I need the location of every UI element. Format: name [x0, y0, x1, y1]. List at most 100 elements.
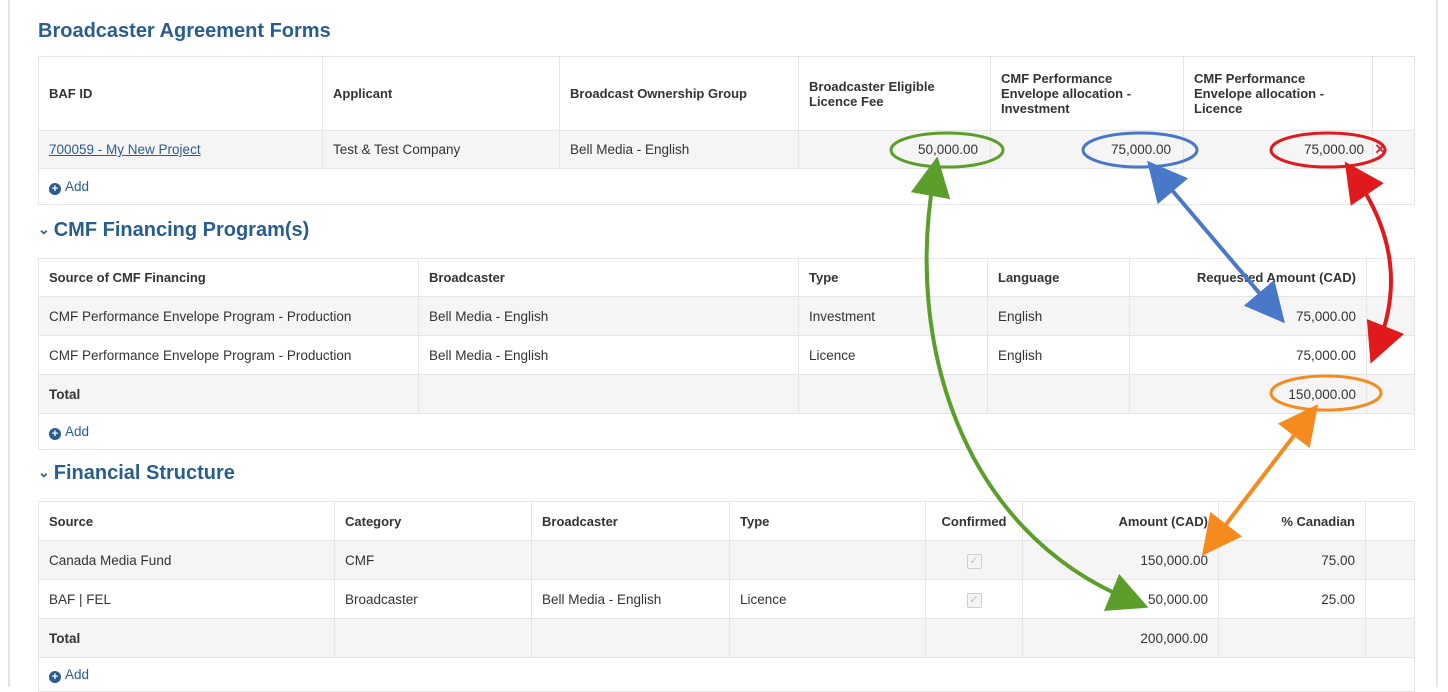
col-category: Category: [334, 501, 532, 541]
table-row: Canada Media Fund CMF ✓ 150,000.00 75.00: [38, 540, 1415, 580]
col-pe-investment: CMF Performance Envelope allocation - In…: [990, 56, 1184, 131]
col-confirmed: Confirmed: [925, 501, 1023, 541]
total-row: Total 150,000.00: [38, 374, 1415, 414]
fs-header-row: Source Category Broadcaster Type Confirm…: [38, 501, 1415, 541]
table-row: CMF Performance Envelope Program - Produ…: [38, 296, 1415, 336]
amount-cell: 75,000.00: [1129, 296, 1367, 336]
baf-add-row: + Add: [38, 168, 1415, 205]
investment-cell: 75,000.00: [990, 130, 1184, 169]
col-baf-id: BAF ID: [38, 56, 323, 131]
baf-title-text: Broadcaster Agreement Forms: [38, 20, 331, 42]
total-label: Total: [38, 374, 419, 414]
close-icon[interactable]: ×: [1375, 139, 1386, 159]
add-label: Add: [65, 423, 90, 439]
empty-cell: [729, 618, 926, 658]
language-cell: English: [987, 296, 1130, 336]
broadcaster-cell: [531, 540, 730, 580]
add-label: Add: [65, 666, 90, 682]
plus-circle-icon: +: [49, 427, 61, 440]
plus-circle-icon: +: [49, 670, 61, 683]
group-cell: Bell Media - English: [559, 130, 799, 169]
baf-section-title: Broadcaster Agreement Forms: [38, 20, 331, 43]
empty-cell: [798, 374, 988, 414]
col-applicant: Applicant: [322, 56, 560, 131]
empty-cell: [334, 618, 532, 658]
page-scrollbar-track: [1436, 0, 1438, 687]
empty-cell: [531, 618, 730, 658]
empty-cell: [1365, 540, 1415, 580]
col-type: Type: [729, 501, 926, 541]
col-pe-licence: CMF Performance Envelope allocation - Li…: [1183, 56, 1373, 131]
table-row: BAF | FEL Broadcaster Bell Media - Engli…: [38, 579, 1415, 619]
cmf-title-text: CMF Financing Program(s): [53, 219, 310, 241]
empty-cell: [418, 374, 799, 414]
language-cell: English: [987, 335, 1130, 375]
page-left-border: [8, 0, 10, 687]
delete-cell: ×: [1372, 130, 1415, 169]
col-empty: [1366, 258, 1415, 297]
confirmed-checkbox[interactable]: ✓: [966, 592, 982, 608]
baf-table: BAF ID Applicant Broadcast Ownership Gro…: [38, 56, 1415, 205]
broadcaster-cell: Bell Media - English: [531, 579, 730, 619]
cmf-section-title[interactable]: ⌄ CMF Financing Program(s): [38, 219, 309, 242]
empty-cell: [1366, 335, 1415, 375]
broadcaster-cell: Bell Media - English: [418, 296, 799, 336]
col-ownership-group: Broadcast Ownership Group: [559, 56, 799, 131]
col-requested-amount: Requested Amount (CAD): [1129, 258, 1367, 297]
table-row: 700059 - My New Project Test & Test Comp…: [38, 130, 1415, 169]
total-label: Total: [38, 618, 335, 658]
confirmed-cell: ✓: [925, 540, 1023, 580]
baf-id-link[interactable]: 700059 - My New Project: [49, 142, 201, 157]
col-empty: [1365, 501, 1415, 541]
table-row: CMF Performance Envelope Program - Produ…: [38, 335, 1415, 375]
add-button[interactable]: + Add: [38, 168, 1415, 205]
confirmed-checkbox[interactable]: ✓: [966, 553, 982, 569]
add-label: Add: [65, 178, 90, 194]
broadcaster-cell: Bell Media - English: [418, 335, 799, 375]
col-amount: Amount (CAD): [1022, 501, 1219, 541]
cmf-header-row: Source of CMF Financing Broadcaster Type…: [38, 258, 1415, 297]
empty-cell: [1366, 374, 1415, 414]
fs-table: Source Category Broadcaster Type Confirm…: [38, 501, 1415, 692]
source-cell: CMF Performance Envelope Program - Produ…: [38, 335, 419, 375]
fs-title-text: Financial Structure: [53, 462, 235, 484]
type-cell: Investment: [798, 296, 988, 336]
empty-cell: [1365, 579, 1415, 619]
col-pct-canadian: % Canadian: [1218, 501, 1366, 541]
type-cell: [729, 540, 926, 580]
empty-cell: [1218, 618, 1366, 658]
applicant-cell: Test & Test Company: [322, 130, 560, 169]
pct-cell: 25.00: [1218, 579, 1366, 619]
empty-cell: [1365, 618, 1415, 658]
total-amount: 200,000.00: [1022, 618, 1219, 658]
baf-header-row: BAF ID Applicant Broadcast Ownership Gro…: [38, 56, 1415, 131]
source-cell: BAF | FEL: [38, 579, 335, 619]
amount-cell: 75,000.00: [1129, 335, 1367, 375]
col-type: Type: [798, 258, 988, 297]
source-cell: Canada Media Fund: [38, 540, 335, 580]
total-row: Total 200,000.00: [38, 618, 1415, 658]
col-source: Source: [38, 501, 335, 541]
type-cell: Licence: [729, 579, 926, 619]
empty-cell: [987, 374, 1130, 414]
col-language: Language: [987, 258, 1130, 297]
licence-cell: 75,000.00: [1183, 130, 1373, 169]
add-button[interactable]: + Add: [38, 413, 1415, 450]
add-button[interactable]: + Add: [38, 657, 1415, 692]
category-cell: Broadcaster: [334, 579, 532, 619]
source-cell: CMF Performance Envelope Program - Produ…: [38, 296, 419, 336]
amount-cell: 150,000.00: [1022, 540, 1219, 580]
type-cell: Licence: [798, 335, 988, 375]
fs-add-row: + Add: [38, 657, 1415, 692]
col-broadcaster: Broadcaster: [531, 501, 730, 541]
chevron-down-icon: ⌄: [38, 221, 50, 237]
baf-id-cell: 700059 - My New Project: [38, 130, 323, 169]
fs-section-title[interactable]: ⌄ Financial Structure: [38, 462, 235, 485]
empty-cell: [925, 618, 1023, 658]
category-cell: CMF: [334, 540, 532, 580]
amount-cell: 50,000.00: [1022, 579, 1219, 619]
cmf-add-row: + Add: [38, 413, 1415, 450]
col-actions: [1372, 56, 1415, 131]
pct-cell: 75.00: [1218, 540, 1366, 580]
plus-circle-icon: +: [49, 182, 61, 195]
